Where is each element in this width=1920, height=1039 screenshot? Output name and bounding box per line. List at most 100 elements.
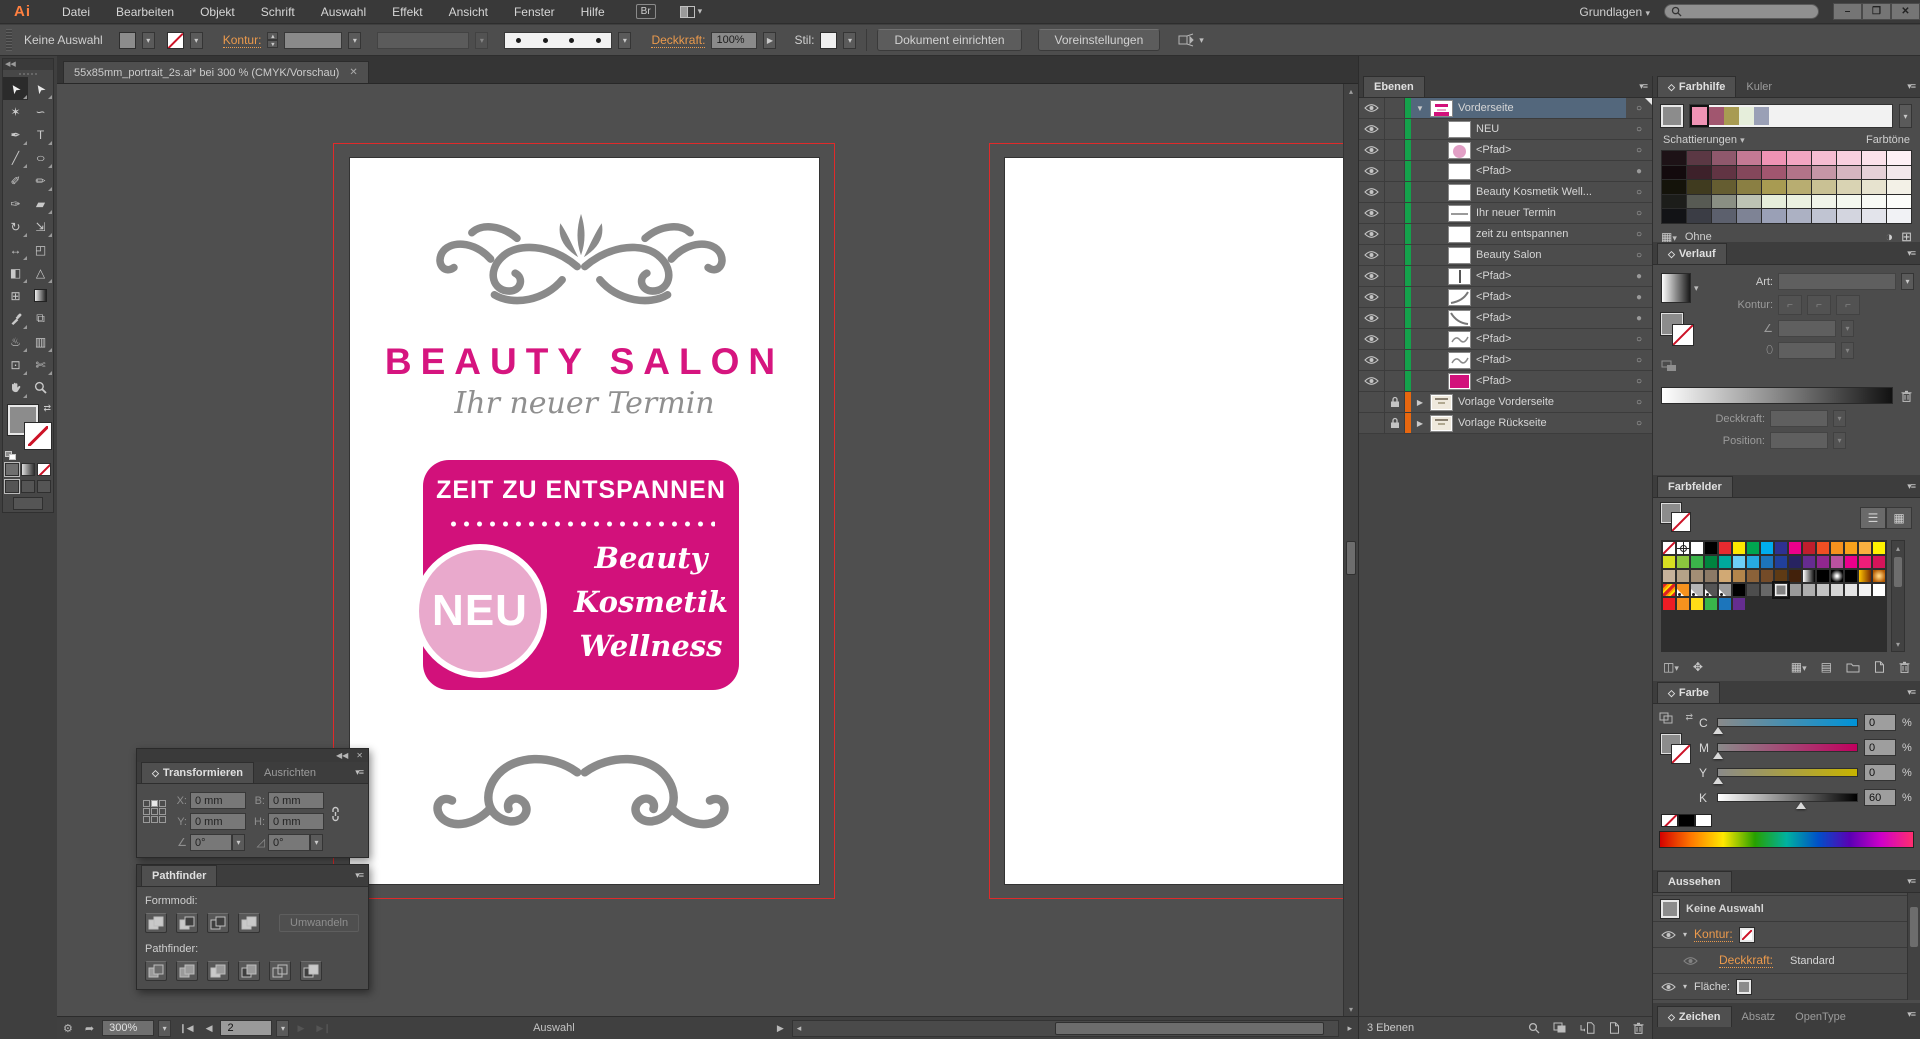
symbol-sprayer-tool[interactable]: ♨ xyxy=(3,330,28,353)
visibility-eye-icon[interactable] xyxy=(1359,392,1385,412)
color-swatch[interactable] xyxy=(1774,569,1788,583)
layer-row[interactable]: Beauty Kosmetik Well...○ xyxy=(1359,182,1652,203)
color-swatch[interactable] xyxy=(1676,555,1690,569)
color-variation-swatch[interactable] xyxy=(1662,151,1686,165)
arrange-documents-icon[interactable]: ▾ xyxy=(680,6,703,18)
stroke-dropdown[interactable]: ▾ xyxy=(190,32,203,49)
stroke-weight-dropdown[interactable]: ▾ xyxy=(348,32,361,49)
artboard-1[interactable]: BEAUTY SALON Ihr neuer Termin ZEIT ZU EN… xyxy=(350,158,819,884)
stroke-proxy[interactable] xyxy=(1672,745,1690,763)
color-swatch[interactable] xyxy=(1732,555,1746,569)
tab-zeichen[interactable]: ◇ Zeichen xyxy=(1657,1006,1732,1027)
channel-value-field[interactable]: 0 xyxy=(1864,764,1896,781)
column-graph-tool[interactable]: ▥ xyxy=(28,330,53,353)
vertical-scrollbar[interactable]: ▴ ▾ xyxy=(1343,84,1358,1016)
color-swatch[interactable] xyxy=(1662,555,1676,569)
draw-behind-button[interactable] xyxy=(21,480,35,493)
export-icon[interactable]: ➦ xyxy=(81,1022,98,1035)
style-dropdown[interactable]: ▾ xyxy=(843,32,856,49)
gradient-type-field[interactable] xyxy=(1778,273,1896,290)
tab-kuler[interactable]: Kuler xyxy=(1736,76,1782,97)
tab-farbhilfe[interactable]: ◇ Farbhilfe xyxy=(1657,76,1736,97)
angle-dropdown[interactable]: ▾ xyxy=(232,834,245,851)
horizontal-scroll-thumb[interactable] xyxy=(1055,1022,1325,1035)
color-variation-swatch[interactable] xyxy=(1837,209,1861,223)
artboard-2[interactable] xyxy=(1005,158,1358,884)
close-panel-icon[interactable]: ✕ xyxy=(356,751,363,760)
layer-row[interactable]: Beauty Salon○ xyxy=(1359,245,1652,266)
width-field[interactable]: 0 mm xyxy=(268,792,324,809)
color-swatch[interactable] xyxy=(1690,569,1704,583)
scroll-up-icon[interactable]: ▴ xyxy=(1892,541,1904,555)
layer-name[interactable]: <Pfad> xyxy=(1476,291,1511,303)
collapse-panel-icon[interactable]: ◀◀ xyxy=(336,751,348,760)
color-swatch[interactable] xyxy=(1746,569,1760,583)
lock-toggle[interactable] xyxy=(1385,350,1405,370)
lock-toggle[interactable] xyxy=(1385,161,1405,181)
color-swatch[interactable] xyxy=(1746,541,1760,555)
gradient-slider[interactable] xyxy=(1661,387,1893,404)
visibility-eye-icon[interactable] xyxy=(1359,119,1385,139)
lock-toggle[interactable] xyxy=(1385,140,1405,160)
expand-triangle-icon[interactable]: ▶ xyxy=(1415,398,1425,407)
opacity-expand-icon[interactable]: ▶ xyxy=(763,32,776,49)
color-variation-swatch[interactable] xyxy=(1737,151,1761,165)
visibility-eye-icon[interactable] xyxy=(1359,161,1385,181)
color-swatch[interactable] xyxy=(1662,569,1676,583)
gradient-swatch[interactable] xyxy=(1872,569,1886,583)
target-circle-icon[interactable]: ○ xyxy=(1626,229,1652,240)
channel-slider[interactable] xyxy=(1717,793,1858,802)
color-swatch[interactable] xyxy=(1802,541,1816,555)
blend-tool[interactable]: ⧉ xyxy=(28,307,53,330)
color-swatch[interactable] xyxy=(1690,597,1704,611)
color-variation-swatch[interactable] xyxy=(1887,166,1911,180)
color-swatch[interactable] xyxy=(1732,569,1746,583)
lock-toggle[interactable] xyxy=(1385,119,1405,139)
color-swatch[interactable] xyxy=(1788,555,1802,569)
panel-menu-icon[interactable]: ▾≡ xyxy=(1907,248,1915,259)
color-variation-swatch[interactable] xyxy=(1812,209,1836,223)
lock-toggle[interactable] xyxy=(1385,371,1405,391)
collapse-panel-icon[interactable]: ◀◀ xyxy=(3,59,53,70)
slider-thumb[interactable] xyxy=(1796,802,1806,809)
edit-colors-icon[interactable]: ◑ xyxy=(1885,229,1893,242)
harmony-color-swatch[interactable] xyxy=(1692,107,1707,125)
stroke-weight-label[interactable]: Kontur: xyxy=(223,33,262,48)
color-swatch[interactable] xyxy=(1816,555,1830,569)
target-circle-icon[interactable]: ○ xyxy=(1626,355,1652,366)
hand-tool[interactable] xyxy=(3,376,28,399)
symbol-alignment-icon[interactable] xyxy=(1178,33,1195,47)
lock-icon[interactable] xyxy=(1385,413,1405,433)
stroke-link[interactable]: Kontur: xyxy=(1694,927,1733,942)
color-swatch[interactable] xyxy=(1802,583,1816,597)
blob-brush-tool[interactable]: ✑ xyxy=(3,192,28,215)
color-swatch[interactable] xyxy=(1704,569,1718,583)
white-swatch[interactable] xyxy=(1695,814,1712,827)
harmony-colors-strip[interactable] xyxy=(1689,104,1893,128)
tab-transformieren[interactable]: ◇ Transformieren xyxy=(141,762,254,783)
color-swatch[interactable] xyxy=(1704,541,1718,555)
color-swatch[interactable] xyxy=(1830,583,1844,597)
fill-color-swatch[interactable] xyxy=(119,32,136,49)
appearance-opacity-row[interactable]: Deckkraft: Standard xyxy=(1653,948,1920,974)
gradient-swatch[interactable] xyxy=(1802,569,1816,583)
lock-toggle[interactable] xyxy=(1385,287,1405,307)
color-variation-swatch[interactable] xyxy=(1762,195,1786,209)
height-field[interactable]: 0 mm xyxy=(268,813,324,830)
tab-opentype[interactable]: OpenType xyxy=(1785,1006,1856,1027)
color-swatch[interactable] xyxy=(1830,541,1844,555)
layer-row[interactable]: <Pfad>● xyxy=(1359,308,1652,329)
stroke-weight-field[interactable] xyxy=(284,32,342,49)
eraser-tool[interactable]: ▰ xyxy=(28,192,53,215)
channel-value-field[interactable]: 0 xyxy=(1864,714,1896,731)
make-clipping-mask-icon[interactable] xyxy=(1553,1022,1567,1034)
menu-objekt[interactable]: Objekt xyxy=(187,5,248,19)
layer-name[interactable]: zeit zu entspannen xyxy=(1476,228,1568,240)
layer-row[interactable]: <Pfad>● xyxy=(1359,287,1652,308)
document-tab[interactable]: 55x85mm_portrait_2s.ai* bei 300 % (CMYK/… xyxy=(63,61,369,83)
harmony-color-swatch[interactable] xyxy=(1739,107,1754,125)
color-variation-swatch[interactable] xyxy=(1762,151,1786,165)
gradient-mode-button[interactable] xyxy=(21,463,35,476)
copy-appearance-icon[interactable] xyxy=(1659,712,1675,724)
visibility-eye-icon[interactable] xyxy=(1359,224,1385,244)
